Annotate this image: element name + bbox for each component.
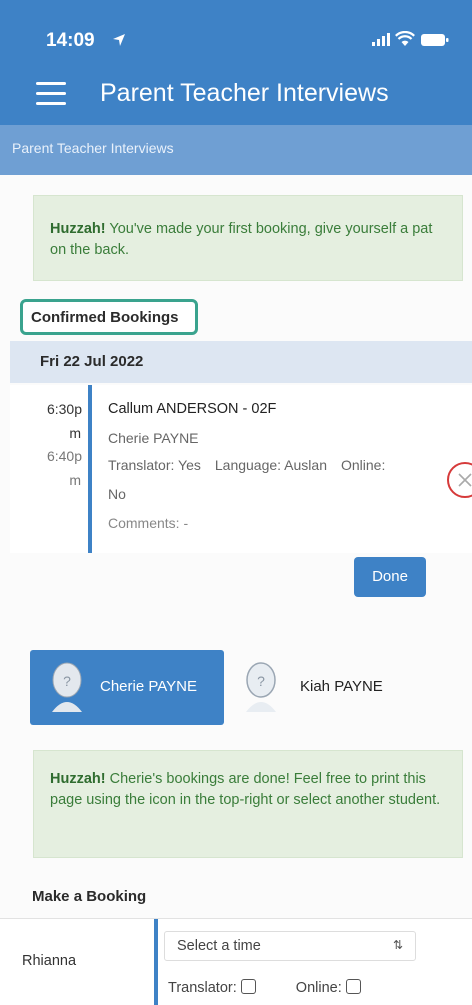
menu-icon[interactable] [36, 82, 66, 106]
avatar-icon: ? [246, 662, 276, 712]
status-bar: 14:09 [0, 0, 472, 70]
online-label: Online: [340, 457, 386, 473]
alert-text: Cherie's bookings are done! Feel free to… [50, 771, 441, 808]
select-placeholder: Select a time [177, 938, 261, 954]
form-student-name: Rhianna [22, 953, 77, 969]
booking-form-row: Rhianna Select a time ⇅ Translator: Onli… [0, 919, 472, 1005]
alert-strong: Huzzah! [50, 221, 106, 237]
booking-teacher: Cherie PAYNE [108, 430, 199, 446]
svg-text:?: ? [63, 673, 71, 689]
translator-label: Translator: [168, 980, 237, 996]
language-info: Language: Auslan [214, 457, 327, 473]
main-content: Huzzah! You've made your first booking, … [0, 175, 472, 1005]
close-icon [458, 473, 472, 487]
online-value: No [108, 486, 126, 502]
booking-student: Callum ANDERSON - 02F [108, 401, 277, 417]
breadcrumb-bar: Parent Teacher Interviews [0, 125, 472, 175]
time-select[interactable]: Select a time ⇅ [164, 931, 416, 961]
student-tab-cherie[interactable]: ? Cherie PAYNE [30, 650, 224, 725]
online-checkbox[interactable] [345, 979, 361, 994]
student-tab-kiah[interactable]: ? Kiah PAYNE [232, 650, 432, 725]
student-name: Kiah PAYNE [300, 678, 383, 695]
booking-comments: Comments: - [108, 515, 189, 531]
cancel-booking-button[interactable] [447, 462, 472, 498]
success-alert: Huzzah! You've made your first booking, … [33, 195, 463, 281]
signal-icon [372, 33, 390, 46]
wifi-icon [395, 31, 415, 46]
booking-time: 6:30p m 6:40p m [10, 385, 88, 553]
battery-icon [421, 34, 449, 46]
booking-accent [88, 385, 92, 553]
booking-extras: Translator: Yes Language: Auslan Online: [108, 457, 399, 473]
online-label: Online: [295, 980, 342, 996]
start-time: 6:30p [46, 401, 82, 417]
bookings-done-alert: Huzzah! Cherie's bookings are done! Feel… [33, 750, 463, 858]
confirmed-bookings-heading: Confirmed Bookings [20, 299, 198, 335]
translator-checkbox[interactable] [240, 979, 256, 994]
end-time: 6:40p [46, 448, 82, 464]
alert-strong: Huzzah! [50, 771, 106, 787]
end-time-suffix: m [69, 472, 81, 488]
location-arrow-icon [113, 34, 125, 46]
app-header: 14:09 Parent Teacher Interviews [0, 0, 472, 130]
chevron-updown-icon: ⇅ [392, 938, 403, 952]
booking-date: Fri 22 Jul 2022 [40, 353, 144, 370]
form-options: Translator: Online: [168, 979, 361, 996]
avatar-icon: ? [52, 662, 82, 712]
status-time: 14:09 [46, 30, 95, 51]
page-title: Parent Teacher Interviews [100, 79, 389, 107]
booking-row: 6:30p m 6:40p m Callum ANDERSON - 02F Ch… [10, 385, 472, 553]
start-time-suffix: m [69, 425, 81, 441]
translator-info: Translator: Yes [108, 457, 201, 473]
make-booking-heading: Make a Booking [32, 888, 147, 905]
booking-date-bar: Fri 22 Jul 2022 [10, 341, 472, 383]
breadcrumb[interactable]: Parent Teacher Interviews [12, 140, 174, 156]
alert-text: You've made your first booking, give you… [50, 221, 433, 258]
student-name: Cherie PAYNE [100, 678, 197, 695]
form-accent [154, 919, 158, 1005]
svg-text:?: ? [257, 673, 265, 689]
done-button[interactable]: Done [354, 557, 426, 597]
